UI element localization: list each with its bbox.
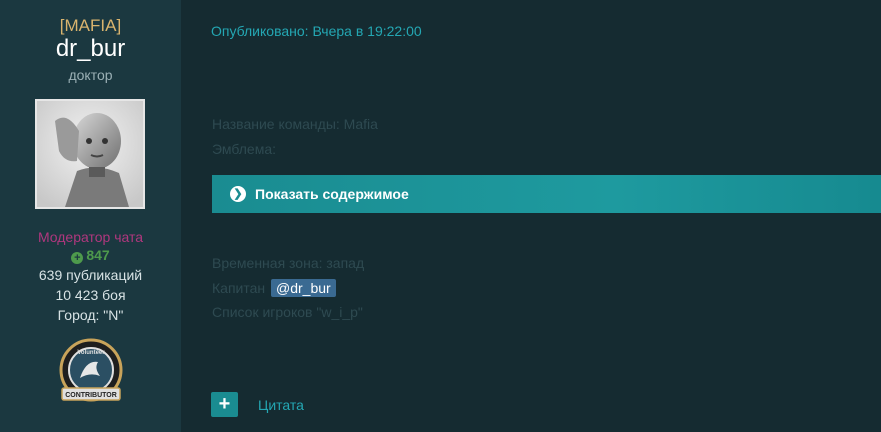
user-mention[interactable]: @dr_bur (271, 279, 336, 297)
avatar[interactable] (35, 99, 145, 209)
emblem-line: Эмблема: (212, 141, 277, 157)
plus-icon: + (218, 393, 231, 415)
author-username[interactable]: dr_bur (0, 35, 181, 63)
plus-icon: + (71, 252, 84, 264)
timezone-line: Временная зона: запад (212, 255, 365, 271)
battle-count: 10 423 боя (55, 287, 126, 303)
reputation-value: 847 (86, 247, 110, 263)
user-group: Модератор чата (37, 229, 144, 245)
spoiler-toggle[interactable]: ❯ Показать содержимое (212, 175, 881, 213)
author-title: доктор (68, 67, 113, 83)
published-date[interactable]: Опубликовано: Вчера в 19:22:00 (211, 23, 422, 39)
badge-bottom-text: CONTRIBUTOR (65, 392, 117, 399)
city: Город: "N" (57, 307, 124, 323)
volunteer-contributor-badge: CONTRIBUTOR Volunteer (58, 338, 124, 408)
captain-label: Капитан (212, 280, 266, 296)
author-sidebar: [MAFIA] dr_bur доктор Модератор чата + 8… (0, 0, 181, 432)
badge-icon: CONTRIBUTOR Volunteer (59, 338, 123, 402)
quote-plus-button[interactable]: + (211, 392, 238, 417)
spoiler-label: Показать содержимое (255, 186, 409, 202)
robot-avatar-icon (37, 101, 143, 207)
chevron-right-icon: ❯ (230, 186, 246, 202)
reputation: +847 (0, 247, 181, 264)
captain-line: Капитан @dr_bur (212, 279, 336, 297)
post-count: 639 публикаций (38, 267, 143, 283)
quote-link[interactable]: Цитата (258, 397, 304, 413)
players-line: Список игроков "w_i_p" (212, 304, 363, 320)
team-name-line: Название команды: Mafia (212, 116, 378, 132)
clan-tag[interactable]: [MAFIA] (0, 16, 181, 36)
badge-top-text: Volunteer (77, 350, 105, 356)
